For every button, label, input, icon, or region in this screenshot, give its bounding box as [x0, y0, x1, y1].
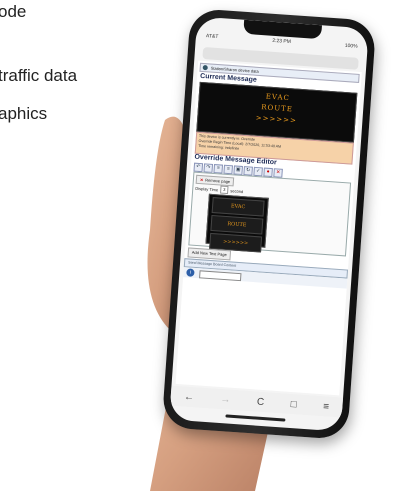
display-time-select[interactable]: 3	[219, 185, 229, 195]
home-indicator	[225, 414, 286, 422]
display-time-label: Display Time	[195, 185, 219, 192]
info-icon[interactable]: i	[186, 268, 195, 277]
smartphone: AT&T 2:23 PM 100% Station/Sharon device …	[161, 8, 377, 440]
display-time-unit: second	[230, 187, 244, 194]
forward-icon[interactable]: →	[220, 394, 231, 406]
send-input[interactable]	[199, 270, 242, 282]
back-icon[interactable]: ←	[184, 391, 195, 403]
editor-sign-preview: EVAC ROUTE >>>>>>	[205, 193, 269, 253]
web-page: Station/Sharon device data Current Messa…	[175, 60, 362, 396]
display-time-row: Display Time 3 second	[195, 184, 243, 195]
time-label: 2:23 PM	[272, 37, 292, 46]
breadcrumb-label: Station/Sharon device data	[210, 65, 259, 74]
device-icon	[202, 65, 208, 71]
tabs-icon[interactable]: □	[290, 398, 297, 409]
photo-scene: { "background_text": { "line1": "ode", "…	[0, 0, 399, 491]
remove-page-label: Remove page	[205, 177, 231, 185]
editor-line-2[interactable]: ROUTE	[210, 214, 264, 235]
editor-line-1[interactable]: EVAC	[211, 197, 265, 217]
menu-icon[interactable]: ≡	[323, 401, 330, 412]
phone-screen: AT&T 2:23 PM 100% Station/Sharon device …	[169, 16, 369, 432]
editor-panel: ✕ Remove page Display Time 3 second EVAC …	[188, 171, 352, 257]
battery-label: 100%	[344, 42, 358, 50]
carrier-label: AT&T	[205, 33, 219, 41]
reload-icon[interactable]: C	[257, 396, 265, 407]
remove-icon: ✕	[199, 177, 204, 183]
